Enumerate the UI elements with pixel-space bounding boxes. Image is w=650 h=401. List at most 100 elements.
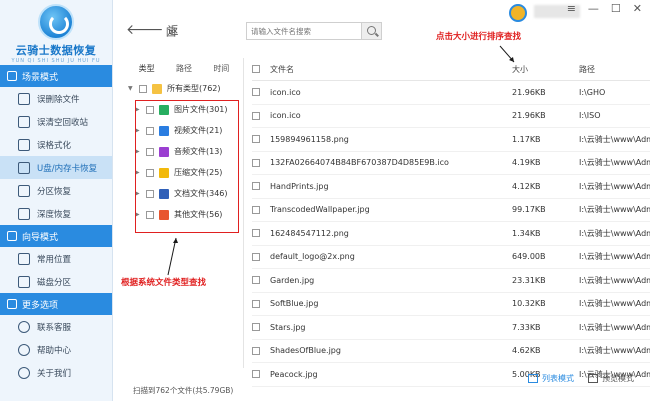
sidebar-item-common-locations[interactable]: 常用位置 — [0, 247, 112, 270]
section-title: 向导模式 — [22, 232, 59, 243]
sidebar: 云骑士数据恢复 YUN QI SHI SHU JU HUI FU 场景模式 误删除… — [0, 0, 113, 401]
row-checkbox[interactable] — [252, 205, 260, 214]
search-input[interactable] — [247, 23, 361, 39]
app-title: 云骑士数据恢复 — [15, 44, 97, 57]
sidebar-item-contact-support[interactable]: 联系客服 — [0, 315, 112, 338]
table-row[interactable]: TranscodedWallpaper.jpg 99.17KB I:\云骑士\www… — [252, 199, 650, 222]
return-label[interactable]: 回 — [166, 24, 176, 39]
section-title: 更多选项 — [22, 300, 59, 311]
app-subtitle: YUN QI SHI SHU JU HUI FU — [11, 58, 101, 64]
row-checkbox[interactable] — [252, 88, 260, 97]
table-row[interactable]: HandPrints.jpg 4.12KB I:\云骑士\www\Administ — [252, 175, 650, 199]
row-checkbox[interactable] — [252, 346, 260, 355]
file-name: SoftBlue.jpg — [270, 299, 319, 309]
file-name: Garden.jpg — [270, 275, 315, 285]
table-row[interactable]: 162484547112.png 1.34KB I:\云骑士\www\Adminis… — [252, 222, 650, 246]
section-header-wizard-mode: 向导模式 — [0, 225, 112, 247]
preview-view-button[interactable]: 预览模式 — [588, 373, 634, 384]
sidebar-item-disk-partitions[interactable]: 磁盘分区 — [0, 270, 112, 293]
preview-view-label: 预览模式 — [602, 374, 634, 383]
tab-time[interactable]: 时间 — [203, 63, 240, 74]
sidebar-item-label: 联系客服 — [37, 322, 72, 333]
row-checkbox[interactable] — [252, 229, 260, 238]
section-icon — [7, 299, 17, 309]
sidebar-item-help-center[interactable]: 帮助中心 — [0, 338, 112, 361]
table-row[interactable]: Garden.jpg 23.31KB I:\云骑士\www\Administ — [252, 269, 650, 293]
maximize-icon[interactable]: ☐ — [611, 2, 621, 15]
close-icon[interactable]: ✕ — [633, 2, 642, 15]
row-checkbox[interactable] — [252, 182, 260, 191]
sidebar-item-deep-recovery[interactable]: 深度恢复 — [0, 202, 112, 225]
file-path: I:\云骑士\www\Administ — [579, 275, 650, 285]
sidebar-item-about-us[interactable]: 关于我们 — [0, 361, 112, 384]
checkbox[interactable] — [139, 84, 147, 93]
sidebar-item-deleted-files[interactable]: 误删除文件 — [0, 87, 112, 110]
file-name: 132FA02664074B84BF670387D4D85E9B.ico — [270, 158, 449, 168]
menu-icon[interactable]: ≡ — [567, 2, 576, 15]
tab-path[interactable]: 路径 — [165, 63, 202, 74]
table-row[interactable]: icon.ico 21.96KB I:\GHO — [252, 81, 650, 105]
header-path[interactable]: 路径 — [571, 64, 650, 75]
sidebar-item-label: 帮助中心 — [37, 345, 72, 356]
sidebar-item-partition-recovery[interactable]: 分区恢复 — [0, 179, 112, 202]
deleted-files-icon — [18, 92, 30, 105]
annotation-box-types — [135, 100, 239, 233]
sidebar-item-formatted[interactable]: 误格式化 — [0, 133, 112, 156]
topbar: 🡐 返 回 ≡ — ☐ ✕ — [114, 0, 650, 46]
file-path: I:\云骑士\www\Administ — [579, 158, 650, 168]
file-path: I:\云骑士\www\Administ — [579, 299, 650, 309]
row-checkbox[interactable] — [252, 111, 260, 120]
row-checkbox[interactable] — [252, 370, 260, 379]
type-root-label: 所有类型(762) — [167, 84, 221, 93]
list-view-icon — [528, 374, 538, 383]
file-path: I:\云骑士\www\Administ — [579, 134, 650, 144]
logo: 云骑士数据恢复 YUN QI SHI SHU JU HUI FU — [0, 0, 112, 65]
sidebar-item-label: 分区恢复 — [37, 186, 72, 197]
type-root-row[interactable]: ▼ 所有类型(762) — [128, 78, 240, 99]
row-checkbox[interactable] — [252, 158, 260, 167]
tab-type[interactable]: 类型 — [128, 63, 165, 74]
table-body: icon.ico 21.96KB I:\GHO icon.ico 21.96KB I:\I… — [252, 81, 650, 387]
row-checkbox[interactable] — [252, 276, 260, 285]
table-row[interactable]: icon.ico 21.96KB I:\ISO — [252, 105, 650, 128]
table-row[interactable]: Stars.jpg 7.33KB I:\云骑士\www\Administ — [252, 316, 650, 340]
sidebar-item-label: U盘/内存卡恢复 — [37, 163, 98, 174]
section-icon — [7, 71, 17, 81]
file-size: 21.96KB — [512, 87, 546, 97]
sidebar-item-usb-card-recovery[interactable]: U盘/内存卡恢复 — [0, 156, 112, 179]
file-size: 7.33KB — [512, 322, 541, 332]
file-size: 99.17KB — [512, 205, 546, 215]
file-size: 4.62KB — [512, 346, 541, 356]
header-size[interactable]: 大小 — [508, 64, 571, 75]
table-row[interactable]: default_logo@2x.png 649.00B I:\云骑士\www\Adm… — [252, 246, 650, 269]
select-all-checkbox[interactable] — [252, 65, 260, 73]
sidebar-item-label: 误清空回收站 — [37, 117, 89, 128]
row-checkbox[interactable] — [252, 323, 260, 332]
formatted-icon — [18, 138, 30, 151]
folder-icon — [152, 83, 162, 94]
sidebar-item-label: 常用位置 — [37, 254, 72, 265]
row-checkbox[interactable] — [252, 299, 260, 308]
list-view-button[interactable]: 列表模式 — [528, 373, 574, 384]
row-checkbox[interactable] — [252, 135, 260, 144]
disk-partitions-icon — [18, 275, 30, 288]
sidebar-item-emptied-recycle-bin[interactable]: 误清空回收站 — [0, 110, 112, 133]
search-icon[interactable] — [361, 23, 381, 39]
file-path: I:\云骑士\www\Administ — [579, 322, 650, 332]
row-checkbox[interactable] — [252, 252, 260, 261]
collapse-icon[interactable]: ▼ — [128, 85, 134, 92]
table-row[interactable]: 159894961158.png 1.17KB I:\云骑士\www\Adminis… — [252, 128, 650, 152]
minimize-icon[interactable]: — — [588, 2, 599, 15]
table-row[interactable]: ShadesOfBlue.jpg 4.62KB I:\云骑士\www\Adminis… — [252, 340, 650, 363]
file-path: I:\云骑士\www\Administ — [579, 205, 650, 215]
file-name: ShadesOfBlue.jpg — [270, 346, 341, 356]
file-name: Peacock.jpg — [270, 369, 318, 379]
table-row[interactable]: SoftBlue.jpg 10.32KB I:\云骑士\www\Administ — [252, 293, 650, 316]
user-avatar[interactable] — [509, 4, 527, 22]
table-header: 文件名 大小 路径 — [252, 58, 650, 81]
table-row[interactable]: 132FA02664074B84BF670387D4D85E9B.ico 4.19… — [252, 152, 650, 175]
header-name[interactable]: 文件名 — [268, 64, 508, 75]
file-name: Stars.jpg — [270, 322, 306, 332]
file-size: 4.12KB — [512, 181, 541, 191]
sidebar-item-label: 关于我们 — [37, 368, 72, 379]
